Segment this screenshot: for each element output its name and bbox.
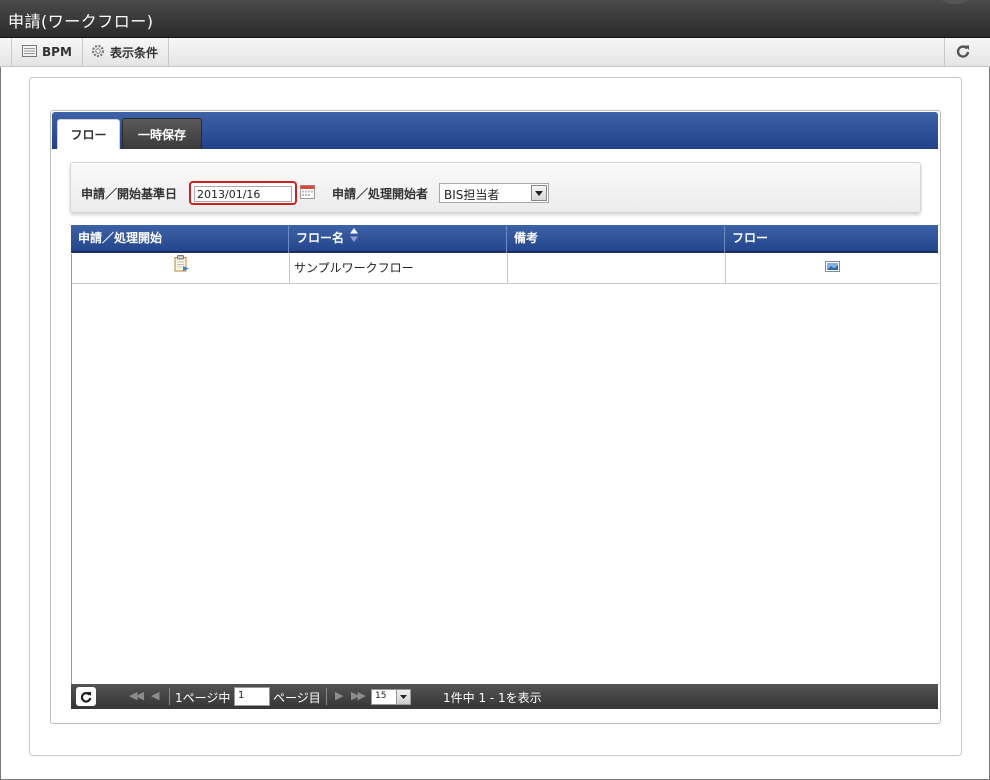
flow-image-icon[interactable] (825, 254, 840, 283)
tab-bar: フロー 一時保存 (52, 112, 938, 149)
pager-refresh-button[interactable] (76, 687, 96, 706)
column-header-remarks[interactable]: 備考 (507, 225, 725, 253)
page-title: 申請(ワークフロー) (8, 12, 154, 31)
tab-temporary-save[interactable]: 一時保存 (122, 118, 202, 149)
display-conditions-button[interactable]: 表示条件 (81, 38, 170, 66)
reload-button[interactable] (944, 38, 980, 66)
pager-separator (169, 688, 170, 705)
gear-icon (91, 44, 105, 61)
search-conditions: 申請／開始基準日 申請／処理開始者 BIS担当者 (70, 162, 921, 213)
remarks-cell (508, 254, 726, 283)
column-header-start[interactable]: 申請／処理開始 (71, 225, 289, 253)
grid-body: サンプルワークフロー (71, 254, 939, 684)
base-date-field-highlight (189, 181, 297, 205)
column-header-flow[interactable]: フロー (725, 225, 938, 253)
clipboard-icon[interactable] (173, 254, 189, 283)
window-corner-decoration (938, 0, 972, 4)
operator-select[interactable]: BIS担当者 (439, 183, 549, 203)
operator-selected-value: BIS担当者 (444, 188, 500, 202)
tab-flow[interactable]: フロー (57, 119, 120, 149)
last-page-icon[interactable]: ▶▶ (351, 689, 366, 702)
refresh-icon (80, 691, 92, 703)
pager-separator (326, 688, 327, 705)
toolbar: BPM 表示条件 (0, 38, 990, 67)
chevron-down-icon (531, 185, 547, 201)
next-page-icon[interactable]: ▶ (335, 689, 344, 702)
calendar-icon[interactable] (300, 184, 315, 199)
flow-cell (726, 254, 939, 283)
rows-per-page-select[interactable]: 15 (371, 689, 411, 705)
bpm-button[interactable]: BPM (11, 38, 83, 66)
operator-label: 申請／処理開始者 (332, 187, 429, 201)
title-bar: 申請(ワークフロー) (0, 0, 990, 38)
base-date-label: 申請／開始基準日 (81, 187, 178, 201)
page-suffix: ページ目 (273, 691, 321, 705)
display-conditions-label: 表示条件 (110, 45, 159, 60)
sort-icon (350, 225, 359, 252)
page-prefix: 1ページ中 (175, 691, 231, 705)
page-number-input[interactable]: 1 (234, 687, 270, 706)
column-header-flow-name-label: フロー名 (296, 231, 345, 245)
grid-header: 申請／処理開始 フロー名 備考 フロー (71, 225, 938, 253)
column-header-flow-name[interactable]: フロー名 (289, 225, 507, 253)
flow-name-cell: サンプルワークフロー (290, 254, 508, 283)
rows-per-page-value: 15 (375, 691, 387, 701)
chevron-down-icon (396, 690, 410, 704)
bpm-label: BPM (42, 45, 72, 59)
start-cell (72, 254, 290, 283)
record-summary: 1件中 1 - 1を表示 (443, 691, 542, 705)
prev-page-icon[interactable]: ◀ (151, 689, 160, 702)
bpm-icon (22, 44, 37, 60)
first-page-icon[interactable]: ◀◀ (129, 689, 144, 702)
base-date-input[interactable] (194, 186, 292, 202)
table-row: サンプルワークフロー (72, 254, 939, 284)
refresh-icon (956, 44, 970, 61)
pager: ◀◀ ◀ 1ページ中 1 ページ目 ▶ ▶▶ 15 1件中 1 - 1を表示 (71, 684, 938, 709)
